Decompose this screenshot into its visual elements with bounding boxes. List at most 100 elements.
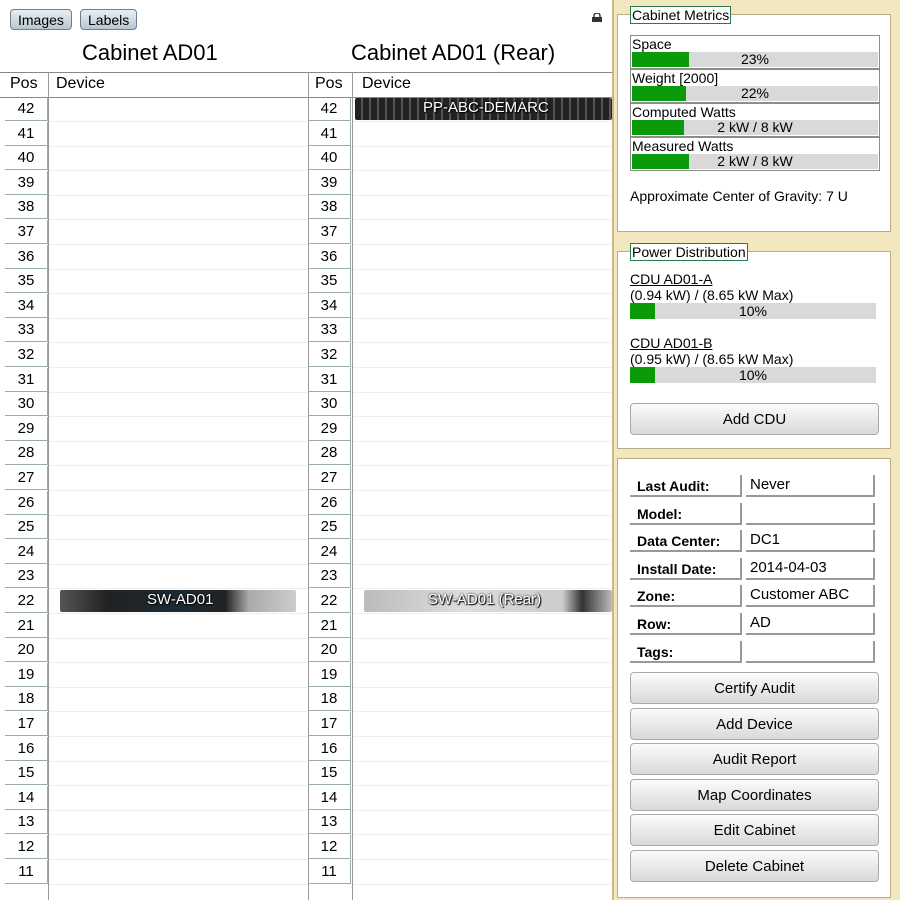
rear-device-slot[interactable] bbox=[353, 146, 612, 172]
rear-device-slot[interactable] bbox=[353, 294, 612, 319]
front-device-slot[interactable] bbox=[49, 614, 308, 639]
rear-device-slot[interactable] bbox=[353, 638, 612, 664]
front-device-slot[interactable] bbox=[49, 392, 308, 418]
front-device-slot[interactable] bbox=[49, 663, 308, 688]
front-device-slot[interactable] bbox=[49, 269, 308, 295]
rear-device-slot[interactable] bbox=[353, 835, 612, 860]
rear-device-slot[interactable] bbox=[353, 195, 612, 221]
rear-device-slot[interactable] bbox=[353, 515, 612, 541]
rear-device-header: Device bbox=[362, 75, 411, 92]
rack-row: 35 35 bbox=[0, 269, 612, 295]
rack-column-header: Pos Device Pos Device bbox=[0, 72, 612, 98]
edit-cabinet-button[interactable]: Edit Cabinet bbox=[630, 814, 879, 846]
rear-device-slot[interactable] bbox=[353, 712, 612, 737]
front-device-slot[interactable] bbox=[49, 761, 308, 787]
front-position: 30 bbox=[5, 392, 48, 417]
rear-device-slot[interactable] bbox=[353, 761, 612, 787]
rear-position: 21 bbox=[308, 613, 351, 638]
rear-device-slot[interactable] bbox=[353, 860, 612, 885]
power-distribution-legend: Power Distribution bbox=[630, 243, 748, 261]
front-position: 21 bbox=[5, 613, 48, 638]
rear-position: 16 bbox=[308, 736, 351, 761]
rear-device-slot[interactable] bbox=[353, 417, 612, 442]
front-device-slot[interactable] bbox=[49, 146, 308, 172]
front-position: 27 bbox=[5, 466, 48, 490]
front-device-slot[interactable] bbox=[49, 860, 308, 885]
rack-row: 13 13 bbox=[0, 810, 612, 836]
metric-bar: 2 kW / 8 kW bbox=[632, 154, 878, 169]
front-device-slot[interactable] bbox=[49, 171, 308, 196]
rack-row: 18 18 bbox=[0, 687, 612, 713]
rear-device-slot[interactable] bbox=[353, 466, 612, 491]
rear-device-slot[interactable] bbox=[353, 786, 612, 811]
add-device-button[interactable]: Add Device bbox=[630, 707, 879, 740]
rack-row: 14 14 bbox=[0, 785, 612, 811]
rear-device-slot[interactable] bbox=[353, 491, 612, 516]
rear-device-slot[interactable] bbox=[353, 392, 612, 418]
front-device-slot[interactable] bbox=[49, 195, 308, 221]
rear-device-slot[interactable] bbox=[353, 441, 612, 467]
front-device-slot[interactable] bbox=[49, 343, 308, 368]
front-device-slot[interactable] bbox=[49, 245, 308, 270]
front-device-slot[interactable] bbox=[49, 97, 308, 122]
metric-1: Weight [2000] 22% bbox=[630, 69, 880, 103]
rack-row: 32 32 bbox=[0, 343, 612, 368]
rear-device-slot[interactable] bbox=[353, 318, 612, 344]
audit-report-button[interactable]: Audit Report bbox=[630, 743, 879, 775]
rear-device-slot[interactable] bbox=[353, 737, 612, 762]
rear-device-slot[interactable] bbox=[353, 564, 612, 590]
rear-position: 33 bbox=[308, 318, 351, 343]
map-coordinates-button[interactable]: Map Coordinates bbox=[630, 778, 879, 811]
rear-device-slot[interactable] bbox=[353, 663, 612, 688]
info-label: Last Audit: bbox=[637, 478, 710, 494]
rack-row: 12 12 bbox=[0, 835, 612, 860]
certify-audit-button[interactable]: Certify Audit bbox=[630, 672, 879, 704]
center-of-gravity: Approximate Center of Gravity: 7 U bbox=[630, 188, 848, 204]
front-device-slot[interactable] bbox=[49, 417, 308, 442]
front-device-slot[interactable] bbox=[49, 441, 308, 467]
rack-row: 38 38 bbox=[0, 195, 612, 221]
rear-device-slot[interactable] bbox=[353, 810, 612, 836]
rear-device-slot[interactable] bbox=[353, 269, 612, 295]
rear-device-slot[interactable] bbox=[353, 614, 612, 639]
front-device-slot[interactable] bbox=[49, 687, 308, 713]
front-device-slot[interactable] bbox=[49, 564, 308, 590]
rear-position: 30 bbox=[308, 392, 351, 417]
rear-device-slot[interactable] bbox=[353, 122, 612, 147]
front-position: 29 bbox=[5, 416, 48, 441]
cdu-link[interactable]: CDU AD01-A bbox=[630, 271, 712, 287]
cdu-link[interactable]: CDU AD01-B bbox=[630, 335, 712, 351]
rear-position: 35 bbox=[308, 269, 351, 294]
front-device-slot[interactable] bbox=[49, 122, 308, 147]
rear-device-slot[interactable] bbox=[353, 687, 612, 713]
images-toggle-button[interactable]: Images bbox=[10, 9, 72, 30]
rack-row: 21 21 bbox=[0, 613, 612, 639]
front-device-slot[interactable] bbox=[49, 786, 308, 811]
rear-device-slot[interactable] bbox=[353, 368, 612, 393]
front-device-slot[interactable] bbox=[49, 810, 308, 836]
device-sw-ad01-front-label: SW-AD01 bbox=[147, 591, 214, 608]
rear-device-slot[interactable] bbox=[353, 540, 612, 565]
front-device-slot[interactable] bbox=[49, 368, 308, 393]
delete-cabinet-button[interactable]: Delete Cabinet bbox=[630, 849, 879, 882]
info-value: DC1 bbox=[746, 530, 875, 553]
front-device-slot[interactable] bbox=[49, 835, 308, 860]
front-device-slot[interactable] bbox=[49, 638, 308, 664]
add-cdu-button[interactable]: Add CDU bbox=[630, 403, 879, 435]
front-device-slot[interactable] bbox=[49, 294, 308, 319]
front-device-slot[interactable] bbox=[49, 540, 308, 565]
rear-device-slot[interactable] bbox=[353, 343, 612, 368]
front-device-slot[interactable] bbox=[49, 712, 308, 737]
front-device-slot[interactable] bbox=[49, 318, 308, 344]
labels-toggle-button[interactable]: Labels bbox=[80, 9, 138, 30]
rear-device-slot[interactable] bbox=[353, 220, 612, 245]
front-device-slot[interactable] bbox=[49, 491, 308, 516]
rear-device-slot[interactable] bbox=[353, 245, 612, 270]
rear-device-slot[interactable] bbox=[353, 171, 612, 196]
front-device-slot[interactable] bbox=[49, 466, 308, 491]
front-device-slot[interactable] bbox=[49, 737, 308, 762]
metric-label: Weight [2000] bbox=[632, 70, 719, 86]
front-device-slot[interactable] bbox=[49, 515, 308, 541]
lock-icon[interactable] bbox=[592, 13, 602, 22]
front-device-slot[interactable] bbox=[49, 220, 308, 245]
